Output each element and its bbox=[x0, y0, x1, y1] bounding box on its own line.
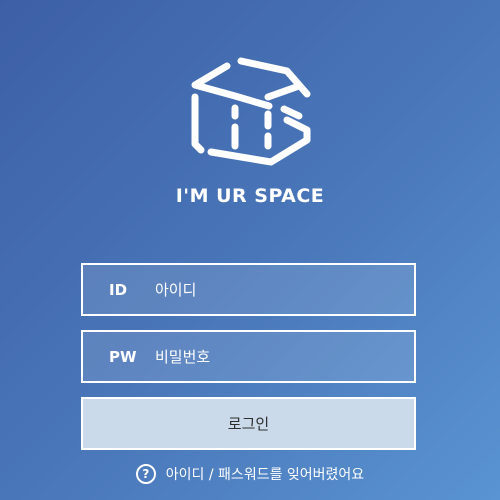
login-button[interactable]: 로그인 bbox=[81, 397, 416, 450]
cube-s-logo-icon bbox=[191, 57, 311, 166]
password-input[interactable] bbox=[155, 332, 414, 381]
brand-title: I'M UR SPACE bbox=[175, 185, 325, 207]
forgot-credentials-label: 아이디 / 패스워드를 잊어버렸어요 bbox=[165, 467, 365, 483]
question-circle-icon: ? bbox=[135, 464, 156, 484]
password-label: PW bbox=[109, 347, 137, 366]
id-field[interactable]: ID bbox=[81, 263, 416, 316]
password-field[interactable]: PW bbox=[81, 330, 416, 383]
id-label: ID bbox=[109, 280, 128, 299]
id-input[interactable] bbox=[155, 265, 414, 314]
forgot-credentials-link[interactable]: ? 아이디 / 패스워드를 잊어버렸어요 bbox=[0, 462, 500, 486]
